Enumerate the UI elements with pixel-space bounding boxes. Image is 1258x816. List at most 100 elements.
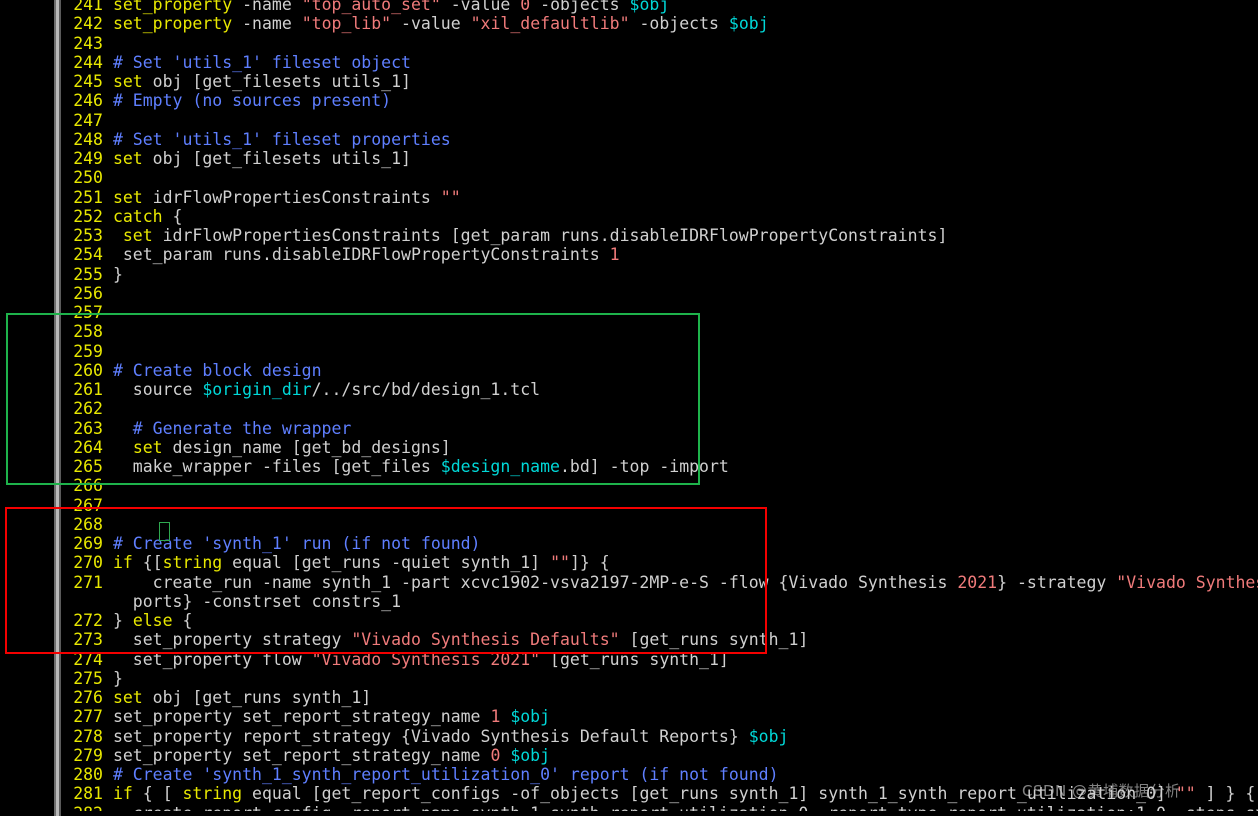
- code-token: .bd] -top -import: [559, 457, 729, 476]
- code-line[interactable]: 264 set design_name [get_bd_designs]: [61, 438, 1258, 457]
- code-line[interactable]: 259: [61, 342, 1258, 361]
- code-line[interactable]: 281 if { [ string equal [get_report_conf…: [61, 784, 1258, 803]
- code-line[interactable]: 247: [61, 111, 1258, 130]
- code-line[interactable]: 241 set_property -name "top_auto_set" -v…: [61, 0, 1258, 14]
- code-token: "top_lib": [301, 14, 392, 34]
- code-token: set_property set_report_strategy_name: [112, 707, 491, 727]
- code-line[interactable]: 262: [61, 399, 1258, 418]
- code-line[interactable]: 246 # Empty (no sources present): [61, 91, 1258, 110]
- line-number: 256: [73, 283, 103, 303]
- code-line[interactable]: 272 } else {: [61, 611, 1258, 630]
- code-line[interactable]: 277 set_property set_report_strategy_nam…: [61, 707, 1258, 726]
- code-line[interactable]: 258: [61, 322, 1258, 341]
- gutter-fold-rail[interactable]: [54, 0, 61, 816]
- code-token: [get_runs synth_1]: [619, 630, 809, 650]
- code-token: 0: [520, 0, 531, 14]
- code-line[interactable]: 271 create_run -name synth_1 -part xcvc1…: [61, 573, 1258, 592]
- code-line[interactable]: 249 set obj [get_filesets utils_1]: [61, 149, 1258, 168]
- line-number: 257: [73, 303, 103, 322]
- line-number: 243: [73, 33, 103, 53]
- code-token: set_param runs.disableIDRFlowPropertyCon…: [112, 245, 610, 265]
- line-number: 249: [73, 149, 103, 168]
- line-number: 263: [73, 418, 103, 438]
- code-line[interactable]: 255 }: [61, 265, 1258, 284]
- code-line[interactable]: 253 set idrFlowPropertiesConstraints [ge…: [61, 226, 1258, 245]
- code-token: create_run -name synth_1 -part xcvc1902-…: [112, 572, 958, 592]
- code-token: }: [112, 264, 123, 284]
- code-line[interactable]: 263 # Generate the wrapper: [61, 419, 1258, 438]
- code-token: }: [112, 668, 123, 688]
- code-line[interactable]: 273 set_property strategy "Vivado Synthe…: [61, 630, 1258, 649]
- line-number-gap: [103, 149, 113, 168]
- code-line[interactable]: 279 set_property set_report_strategy_nam…: [61, 746, 1258, 765]
- line-number: 254: [73, 245, 103, 265]
- code-line[interactable]: 251 set idrFlowPropertiesConstraints "": [61, 188, 1258, 207]
- code-line[interactable]: 254 set_param runs.disableIDRFlowPropert…: [61, 245, 1258, 264]
- line-number-gap: [103, 0, 113, 14]
- code-line[interactable]: 269 # Create 'synth_1' run (if not found…: [61, 534, 1258, 553]
- code-token: obj [get_filesets utils_1]: [142, 149, 411, 168]
- line-number: 266: [73, 476, 103, 496]
- code-line[interactable]: 270 if {[string equal [get_runs -quiet s…: [61, 553, 1258, 572]
- code-line[interactable]: 265 make_wrapper -files [get_files $desi…: [61, 457, 1258, 476]
- code-token: set_property flow: [112, 649, 312, 669]
- code-token: 0: [490, 745, 501, 765]
- line-number: 280: [73, 765, 103, 784]
- code-line[interactable]: 260 # Create block design: [61, 361, 1258, 380]
- code-line[interactable]: 252 catch {: [61, 207, 1258, 226]
- code-line[interactable]: 268: [61, 515, 1258, 534]
- line-number-gap: [103, 245, 113, 264]
- line-number: 241: [73, 0, 103, 14]
- code-line[interactable]: 278 set_property report_strategy {Vivado…: [61, 727, 1258, 746]
- code-token: $obj: [629, 0, 670, 14]
- line-number: 246: [73, 91, 103, 111]
- code-line[interactable]: 244 # Set 'utils_1' fileset object: [61, 53, 1258, 72]
- code-token: {[: [132, 553, 163, 573]
- line-number: 270: [73, 553, 103, 573]
- line-number: 251: [73, 187, 103, 207]
- code-text-area[interactable]: 241 set_property -name "top_auto_set" -v…: [61, 0, 1258, 811]
- code-line[interactable]: 280 # Create 'synth_1_synth_report_utili…: [61, 765, 1258, 784]
- code-line[interactable]: 267: [61, 496, 1258, 515]
- code-token: -value: [440, 0, 521, 14]
- line-number-gap: [103, 688, 113, 707]
- line-number-gap: [103, 707, 113, 726]
- line-number: 268: [73, 514, 103, 534]
- line-number-gap: [103, 34, 113, 53]
- line-number-gap: [103, 784, 113, 803]
- code-line[interactable]: 274 set_property flow "Vivado Synthesis …: [61, 650, 1258, 669]
- line-number-gap: [103, 669, 113, 688]
- code-line[interactable]: 276 set obj [get_runs synth_1]: [61, 688, 1258, 707]
- code-token: # Create block design: [112, 360, 322, 380]
- line-number: 260: [73, 360, 103, 380]
- line-number-gap: [103, 496, 113, 515]
- code-line[interactable]: 261 source $origin_dir/../src/bd/design_…: [61, 380, 1258, 399]
- code-editor[interactable]: 241 set_property -name "top_auto_set" -v…: [0, 0, 1258, 816]
- code-token: $obj: [510, 745, 551, 765]
- code-token: 1: [490, 707, 501, 727]
- code-token: "xil_defaultlib": [470, 14, 630, 34]
- code-line[interactable]: ports} -constrset constrs_1: [61, 592, 1258, 611]
- code-token: create_report_config -report_name synth_…: [113, 804, 1258, 812]
- code-token: set: [132, 437, 163, 457]
- line-number-gap: [103, 630, 113, 649]
- code-line[interactable]: 275 }: [61, 669, 1258, 688]
- code-line[interactable]: 256: [61, 284, 1258, 303]
- code-line[interactable]: 245 set obj [get_filesets utils_1]: [61, 72, 1258, 91]
- code-token: set: [112, 187, 143, 207]
- code-line[interactable]: 250: [61, 168, 1258, 187]
- code-token: obj [get_runs synth_1]: [142, 688, 372, 707]
- line-number-gap: [103, 265, 113, 284]
- code-line[interactable]: 282 create_report_config -report_name sy…: [61, 804, 1258, 812]
- code-line[interactable]: 243: [61, 34, 1258, 53]
- code-token: if: [112, 553, 133, 573]
- code-line[interactable]: 248 # Set 'utils_1' fileset properties: [61, 130, 1258, 149]
- line-number: 248: [73, 129, 103, 149]
- code-token: set: [112, 72, 143, 91]
- line-number: 255: [73, 264, 103, 284]
- code-line[interactable]: 266: [61, 476, 1258, 495]
- code-line[interactable]: 242 set_property -name "top_lib" -value …: [61, 14, 1258, 33]
- code-line[interactable]: 257: [61, 303, 1258, 322]
- line-number: 262: [73, 399, 103, 419]
